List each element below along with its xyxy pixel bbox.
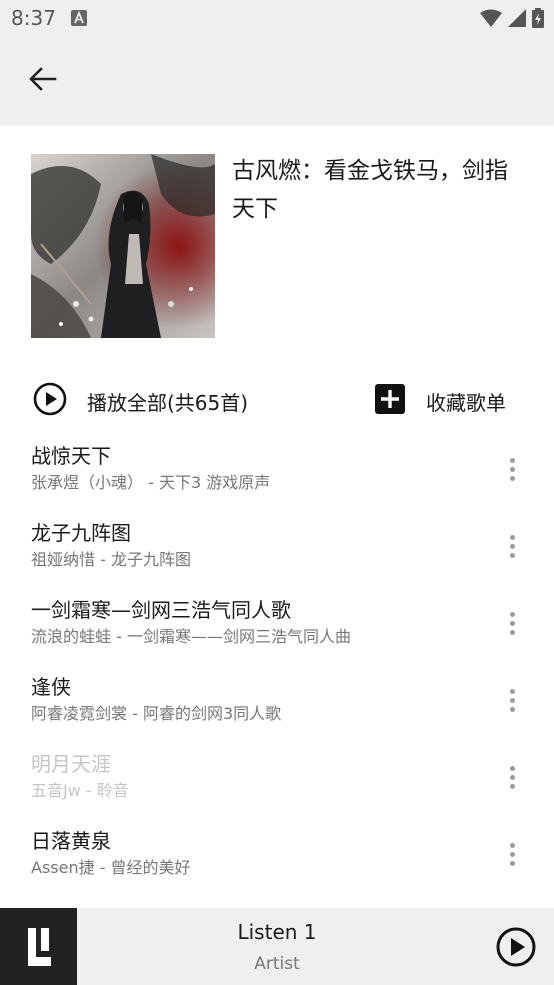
song-title: 逢侠 — [31, 675, 71, 699]
add-box-icon — [374, 383, 406, 419]
play-circle-icon — [495, 927, 537, 972]
song-subtitle: 张承煜（小魂） - 天下3 游戏原声 — [31, 473, 271, 492]
signal-icon — [508, 9, 526, 31]
song-item[interactable]: 一剑霜寒—剑网三浩气同人歌 流浪的蛙蛙 - 一剑霜寒——剑网三浩气同人曲 — [0, 586, 554, 663]
play-circle-icon — [33, 382, 67, 420]
play-all-label: 播放全部(共65首) — [87, 390, 249, 415]
song-list: 战惊天下 张承煜（小魂） - 天下3 游戏原声 龙子九阵图 祖娅纳惜 - 龙子九… — [0, 432, 554, 894]
arrow-left-icon — [29, 67, 57, 95]
playlist-cover-image — [31, 154, 215, 338]
player-track-title: Listen 1 — [237, 920, 317, 944]
song-title: 明月天涯 — [31, 752, 111, 776]
song-subtitle: 流浪的蛙蛙 - 一剑霜寒——剑网三浩气同人曲 — [31, 627, 351, 646]
song-subtitle: 五音Jw - 聆音 — [31, 781, 129, 800]
player-artist: Artist — [254, 954, 300, 974]
notification-icon — [71, 10, 87, 26]
collect-playlist-button[interactable]: 收藏歌单 — [374, 382, 506, 420]
more-options-icon[interactable] — [506, 531, 518, 561]
more-options-icon[interactable] — [506, 762, 518, 792]
song-item[interactable]: 逢侠 阿睿凌霓剑裳 - 阿睿的剑网3同人歌 — [0, 663, 554, 740]
more-options-icon[interactable] — [506, 839, 518, 869]
app-logo-icon — [0, 908, 77, 985]
back-button[interactable] — [26, 64, 60, 98]
song-subtitle: Assen捷 - 曾经的美好 — [31, 858, 191, 877]
song-title: 日落黄泉 — [31, 829, 111, 853]
song-title: 一剑霜寒—剑网三浩气同人歌 — [31, 598, 291, 622]
play-all-button[interactable]: 播放全部(共65首) — [33, 382, 248, 420]
mini-player[interactable]: Listen 1 Artist — [0, 908, 554, 985]
status-icons — [480, 8, 544, 32]
status-time: 8:37 — [11, 6, 56, 30]
status-bar: 8:37 — [0, 0, 554, 38]
song-subtitle: 阿睿凌霓剑裳 - 阿睿的剑网3同人歌 — [31, 704, 282, 723]
song-item[interactable]: 龙子九阵图 祖娅纳惜 - 龙子九阵图 — [0, 509, 554, 586]
more-options-icon[interactable] — [506, 454, 518, 484]
playlist-title: 古风燃：看金戈铁马，剑指天下 — [232, 158, 508, 222]
song-item[interactable]: 日落黄泉 Assen捷 - 曾经的美好 — [0, 817, 554, 894]
song-item-disabled[interactable]: 明月天涯 五音Jw - 聆音 — [0, 740, 554, 817]
wifi-icon — [480, 9, 502, 31]
battery-icon — [532, 8, 544, 32]
song-subtitle: 祖娅纳惜 - 龙子九阵图 — [31, 550, 191, 569]
song-item[interactable]: 战惊天下 张承煜（小魂） - 天下3 游戏原声 — [0, 432, 554, 509]
song-title: 战惊天下 — [31, 444, 111, 468]
player-play-button[interactable] — [495, 926, 537, 968]
more-options-icon[interactable] — [506, 685, 518, 715]
app-bar — [0, 38, 554, 124]
song-title: 龙子九阵图 — [31, 521, 131, 545]
more-options-icon[interactable] — [506, 608, 518, 638]
collect-playlist-label: 收藏歌单 — [426, 390, 506, 415]
